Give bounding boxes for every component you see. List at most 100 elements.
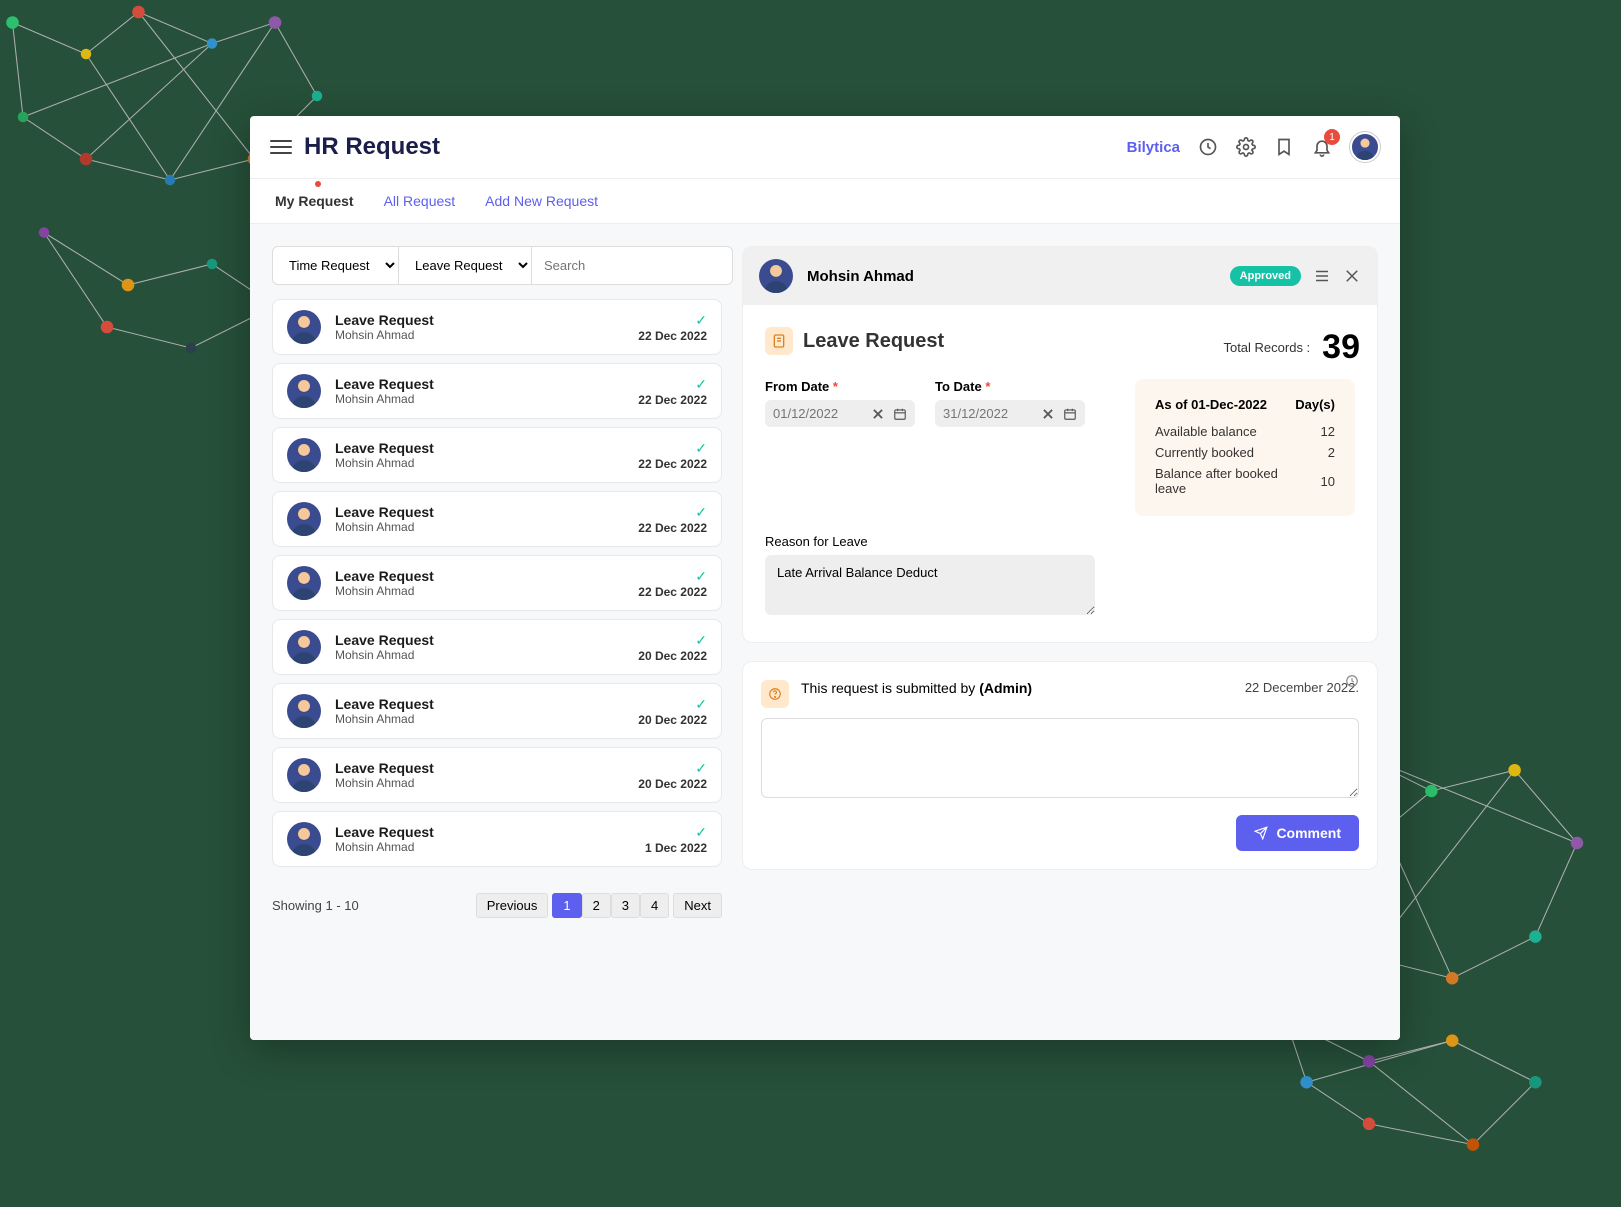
check-icon: ✓ xyxy=(638,696,707,713)
close-icon[interactable] xyxy=(1343,267,1361,285)
avatar-icon xyxy=(287,502,321,536)
request-name: Mohsin Ahmad xyxy=(335,712,638,726)
comment-card: This request is submitted by (Admin) 22 … xyxy=(742,661,1378,870)
comment-textarea[interactable] xyxy=(761,718,1359,798)
app-window: HR Request Bilytica 1 My Request All Req… xyxy=(250,116,1400,1040)
pager-page[interactable]: 2 xyxy=(582,893,611,918)
status-badge: Approved xyxy=(1230,266,1301,286)
submitted-by-text: This request is submitted by (Admin) xyxy=(801,680,1032,696)
detail-card: Mohsin Ahmad Approved Leave Request xyxy=(742,246,1378,643)
pager-prev[interactable]: Previous xyxy=(476,893,549,918)
tabs: My Request All Request Add New Request xyxy=(250,179,1400,224)
type-select[interactable]: Time Request xyxy=(272,246,399,285)
request-name: Mohsin Ahmad xyxy=(335,584,638,598)
to-date-input[interactable] xyxy=(935,400,1085,427)
send-icon xyxy=(1254,826,1268,840)
check-icon: ✓ xyxy=(638,568,707,585)
clock-icon[interactable] xyxy=(1198,137,1218,157)
check-icon: ✓ xyxy=(638,312,707,329)
request-date: 22 Dec 2022 xyxy=(638,457,707,471)
request-date: 22 Dec 2022 xyxy=(638,393,707,407)
subtype-select[interactable]: Leave Request xyxy=(399,246,532,285)
from-date-input[interactable] xyxy=(765,400,915,427)
check-icon: ✓ xyxy=(638,504,707,521)
notification-badge: 1 xyxy=(1324,129,1340,145)
request-name: Mohsin Ahmad xyxy=(335,328,638,342)
request-title: Leave Request xyxy=(335,312,638,328)
menu-icon[interactable] xyxy=(270,136,292,158)
request-card[interactable]: Leave RequestMohsin Ahmad ✓20 Dec 2022 xyxy=(272,619,722,675)
pager-page[interactable]: 1 xyxy=(552,893,581,918)
request-card[interactable]: Leave RequestMohsin Ahmad ✓1 Dec 2022 xyxy=(272,811,722,867)
tab-indicator-icon xyxy=(315,181,321,187)
request-list-panel: Time Request Leave Request Leave Request… xyxy=(272,246,722,1018)
request-card[interactable]: Leave RequestMohsin Ahmad ✓22 Dec 2022 xyxy=(272,299,722,355)
calendar-icon[interactable] xyxy=(893,407,907,421)
check-icon: ✓ xyxy=(645,824,707,841)
request-title: Leave Request xyxy=(335,760,638,776)
reason-textarea[interactable]: Late Arrival Balance Deduct xyxy=(765,555,1095,615)
to-date-label: To Date * xyxy=(935,379,1085,394)
avatar-icon xyxy=(287,822,321,856)
request-name: Mohsin Ahmad xyxy=(335,648,638,662)
request-date: 1 Dec 2022 xyxy=(645,841,707,855)
pager-next[interactable]: Next xyxy=(673,893,722,918)
request-card[interactable]: Leave RequestMohsin Ahmad ✓20 Dec 2022 xyxy=(272,747,722,803)
request-card[interactable]: Leave RequestMohsin Ahmad ✓22 Dec 2022 xyxy=(272,555,722,611)
list-icon[interactable] xyxy=(1313,267,1331,285)
check-icon: ✓ xyxy=(638,440,707,457)
pager-page[interactable]: 4 xyxy=(640,893,669,918)
calendar-icon[interactable] xyxy=(1063,407,1077,421)
detail-section-title: Leave Request xyxy=(803,330,944,353)
detail-avatar xyxy=(759,259,793,293)
header: HR Request Bilytica 1 xyxy=(250,116,1400,179)
clear-icon[interactable] xyxy=(1041,407,1055,421)
clear-icon[interactable] xyxy=(871,407,885,421)
showing-text: Showing 1 - 10 xyxy=(272,898,359,913)
request-name: Mohsin Ahmad xyxy=(335,392,638,406)
avatar-icon xyxy=(287,310,321,344)
submitted-date: 22 December 2022. xyxy=(1245,680,1359,695)
pager-page[interactable]: 3 xyxy=(611,893,640,918)
brand-link[interactable]: Bilytica xyxy=(1127,139,1180,156)
request-card[interactable]: Leave RequestMohsin Ahmad ✓22 Dec 2022 xyxy=(272,363,722,419)
request-date: 20 Dec 2022 xyxy=(638,649,707,663)
gear-icon[interactable] xyxy=(1236,137,1256,157)
document-icon xyxy=(765,327,793,355)
request-date: 22 Dec 2022 xyxy=(638,521,707,535)
request-name: Mohsin Ahmad xyxy=(335,520,638,534)
avatar-icon xyxy=(287,694,321,728)
request-date: 22 Dec 2022 xyxy=(638,585,707,599)
tab-my-request[interactable]: My Request xyxy=(275,193,354,223)
bookmark-icon[interactable] xyxy=(1274,137,1294,157)
request-card[interactable]: Leave RequestMohsin Ahmad ✓20 Dec 2022 xyxy=(272,683,722,739)
user-avatar[interactable] xyxy=(1350,132,1380,162)
request-card[interactable]: Leave RequestMohsin Ahmad ✓22 Dec 2022 xyxy=(272,427,722,483)
total-records: Total Records : 39 xyxy=(1223,328,1360,367)
check-icon: ✓ xyxy=(638,760,707,777)
page-title: HR Request xyxy=(304,133,440,161)
check-icon: ✓ xyxy=(638,376,707,393)
request-title: Leave Request xyxy=(335,824,645,840)
avatar-icon xyxy=(287,566,321,600)
request-title: Leave Request xyxy=(335,504,638,520)
detail-name: Mohsin Ahmad xyxy=(807,268,914,285)
bell-icon[interactable]: 1 xyxy=(1312,137,1332,157)
request-title: Leave Request xyxy=(335,376,638,392)
tab-all-request[interactable]: All Request xyxy=(384,193,456,223)
total-records-value: 39 xyxy=(1322,328,1360,367)
search-input[interactable] xyxy=(532,246,733,285)
request-card[interactable]: Leave RequestMohsin Ahmad ✓22 Dec 2022 xyxy=(272,491,722,547)
request-title: Leave Request xyxy=(335,696,638,712)
from-date-label: From Date * xyxy=(765,379,915,394)
balance-panel: As of 01-Dec-2022Day(s) Available balanc… xyxy=(1135,379,1355,516)
check-icon: ✓ xyxy=(638,632,707,649)
timestamp-icon xyxy=(1345,674,1359,691)
avatar-icon xyxy=(287,630,321,664)
request-date: 22 Dec 2022 xyxy=(638,329,707,343)
tab-add-new-request[interactable]: Add New Request xyxy=(485,193,598,223)
help-icon xyxy=(761,680,789,708)
comment-button[interactable]: Comment xyxy=(1236,815,1359,851)
total-records-label: Total Records : xyxy=(1223,340,1310,355)
request-date: 20 Dec 2022 xyxy=(638,777,707,791)
